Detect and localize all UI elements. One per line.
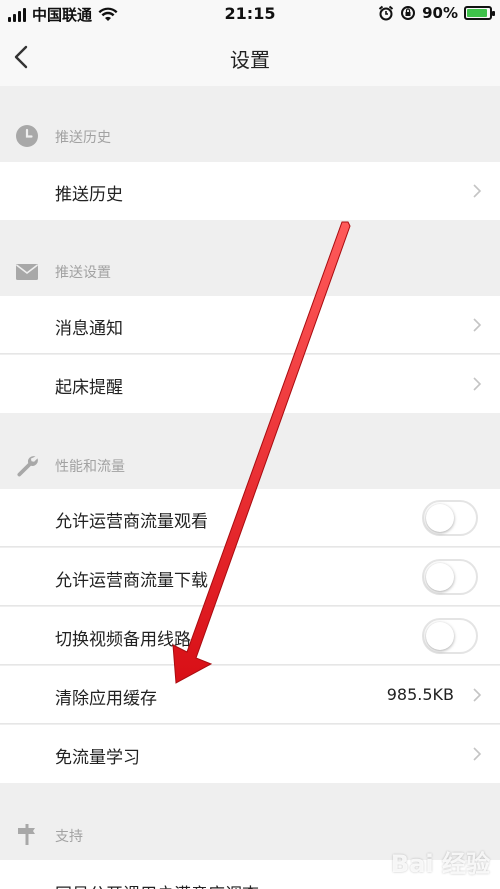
status-bar: 中国联通 21:15 90% [0, 0, 500, 28]
status-right: 90% [378, 4, 495, 22]
section-label: 性能和流量 [55, 459, 125, 475]
row-free-data-learning[interactable]: 免流量学习 [0, 725, 500, 783]
wrench-icon [17, 456, 38, 477]
rotation-lock-icon [401, 6, 416, 20]
divider [0, 605, 500, 606]
toggle-switch[interactable] [422, 618, 478, 654]
watermark-logo: Bai 经验 [390, 850, 490, 878]
chevron-right-icon [473, 688, 482, 702]
row-label: 允许运营商流量观看 [55, 512, 208, 532]
divider [0, 723, 500, 724]
row-label: 消息通知 [55, 319, 123, 339]
row-wake-reminder[interactable]: 起床提醒 [0, 355, 500, 413]
clock-icon [16, 125, 38, 147]
row-carrier-download[interactable]: 允许运营商流量下载 [0, 548, 500, 606]
watermark-url: jingyan.baidu.com [386, 876, 488, 889]
battery-fill [467, 9, 487, 17]
row-label: 切换视频备用线路 [55, 630, 191, 650]
alarm-icon [378, 5, 394, 21]
toggle-switch[interactable] [422, 559, 478, 595]
toggle-knob [426, 563, 454, 591]
row-clear-cache[interactable]: 清除应用缓存 985.5KB [0, 666, 500, 724]
battery-icon [464, 6, 495, 20]
section-label: 推送设置 [55, 265, 111, 281]
chevron-right-icon [473, 377, 482, 391]
row-label: 允许运营商流量下载 [55, 571, 208, 591]
row-label: 起床提醒 [55, 378, 123, 398]
mail-icon [16, 264, 38, 280]
section-header-performance: 性能和流量 [0, 413, 500, 489]
row-message-notification[interactable]: 消息通知 [0, 296, 500, 354]
row-label: 清除应用缓存 [55, 689, 157, 709]
section-header-push-settings: 推送设置 [0, 220, 500, 296]
divider [0, 546, 500, 547]
divider [0, 353, 500, 354]
section-header-push-history: 推送历史 [0, 86, 500, 162]
section-label: 支持 [55, 829, 83, 845]
row-label: 网易公开课用户满意度调查 [55, 880, 259, 889]
row-label: 免流量学习 [55, 748, 140, 768]
toggle-knob [426, 622, 454, 650]
nav-bar: 设置 [0, 28, 500, 86]
row-backup-line[interactable]: 切换视频备用线路 [0, 607, 500, 665]
row-carrier-watch[interactable]: 允许运营商流量观看 [0, 489, 500, 547]
toggle-switch[interactable] [422, 500, 478, 536]
battery-percent: 90% [422, 4, 458, 22]
cache-size: 985.5KB [386, 685, 454, 704]
row-push-history[interactable]: 推送历史 [0, 162, 500, 220]
chevron-right-icon [473, 747, 482, 761]
divider [0, 664, 500, 665]
signpost-icon [18, 824, 35, 845]
row-label: 推送历史 [55, 185, 123, 205]
section-label: 推送历史 [55, 130, 111, 146]
chevron-right-icon [473, 318, 482, 332]
chevron-right-icon [473, 184, 482, 198]
toggle-knob [426, 504, 454, 532]
page-title: 设置 [230, 48, 270, 72]
